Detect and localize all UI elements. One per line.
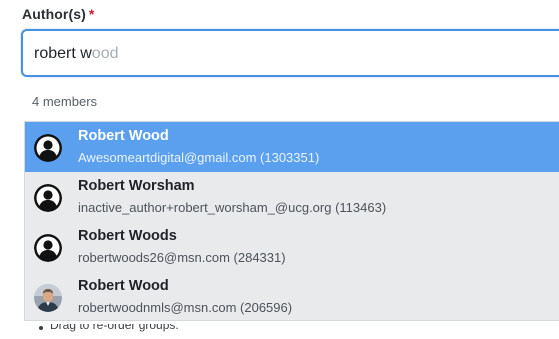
result-name: Robert Worsham bbox=[78, 178, 195, 194]
profile-photo-avatar bbox=[34, 284, 62, 312]
bullet-icon bbox=[39, 326, 43, 330]
result-name-match: Robert W bbox=[78, 128, 143, 144]
results-list: Robert Wood Awesomeartdigital@gmail.com … bbox=[24, 121, 559, 321]
input-autocomplete-hint: ood bbox=[91, 45, 119, 62]
result-email: Awesomeartdigital@gmail.com (1303351) bbox=[78, 150, 320, 165]
result-item[interactable]: Robert Worsham inactive_author+robert_wo… bbox=[25, 172, 559, 222]
result-name-rest: ood bbox=[142, 128, 169, 144]
result-name-match: Robert W bbox=[78, 228, 143, 244]
field-label: Author(s) * bbox=[22, 6, 94, 22]
default-user-icon bbox=[34, 184, 62, 212]
default-user-icon bbox=[34, 134, 62, 162]
result-name-match: Robert W bbox=[78, 278, 143, 294]
result-item[interactable]: Robert Wood Awesomeartdigital@gmail.com … bbox=[25, 122, 559, 172]
result-email: robertwoodnmls@msn.com (206596) bbox=[78, 300, 293, 315]
author-suggestions-dropdown: 4 members Robert Wood Awesomeartdigital@… bbox=[24, 86, 559, 324]
result-name-rest: ood bbox=[142, 278, 169, 294]
input-value: robert wood bbox=[34, 44, 119, 64]
result-name-rest: oods bbox=[142, 228, 177, 244]
result-name-rest: orsham bbox=[142, 178, 195, 194]
author-field: Author(s) * robert wood 4 members Robert … bbox=[0, 0, 559, 339]
input-typed-text: robert w bbox=[34, 45, 92, 62]
result-email: robertwoods26@msn.com (284331) bbox=[78, 250, 286, 265]
members-count: 4 members bbox=[32, 94, 98, 109]
default-user-icon bbox=[34, 234, 62, 262]
result-name-match: Robert W bbox=[78, 178, 143, 194]
field-label-text: Author(s) bbox=[22, 6, 86, 22]
result-item[interactable]: Robert Woods robertwoods26@msn.com (2843… bbox=[25, 222, 559, 272]
result-item[interactable]: Robert Wood robertwoodnmls@msn.com (2065… bbox=[25, 272, 559, 322]
result-name: Robert Wood bbox=[78, 278, 169, 294]
author-search-input[interactable]: robert wood bbox=[21, 29, 559, 77]
result-name: Robert Woods bbox=[78, 228, 177, 244]
result-name: Robert Wood bbox=[78, 128, 169, 144]
required-marker: * bbox=[88, 6, 95, 22]
result-email: inactive_author+robert_worsham_@ucg.org … bbox=[78, 200, 387, 215]
